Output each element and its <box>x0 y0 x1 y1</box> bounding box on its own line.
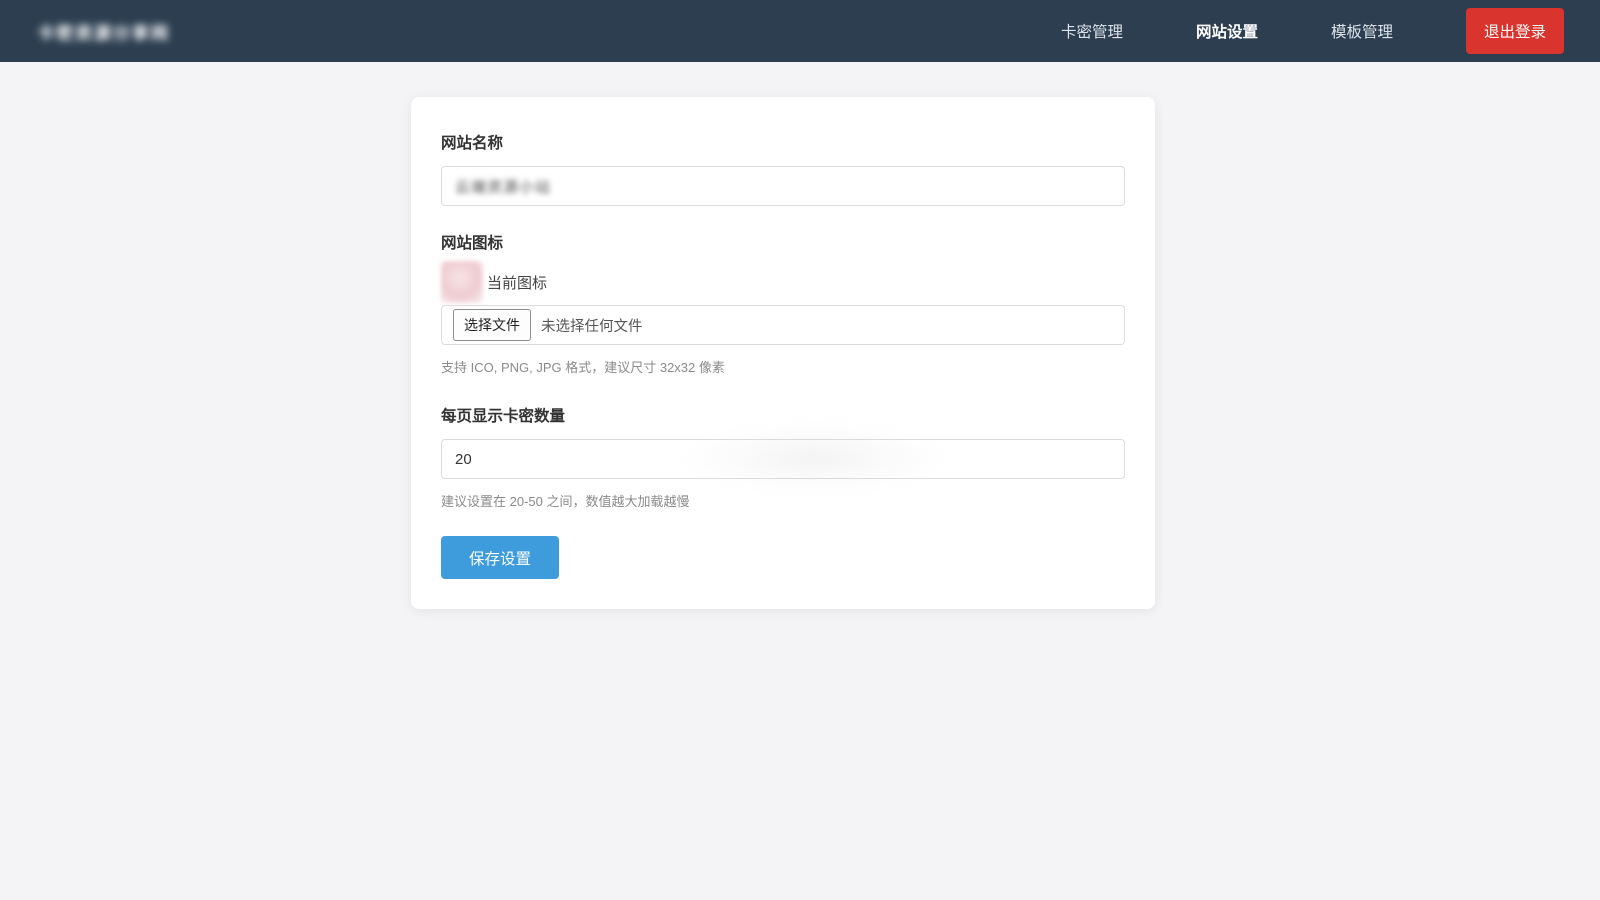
favicon-helper-text: 支持 ICO, PNG, JPG 格式，建议尺寸 32x32 像素 <box>441 357 1125 376</box>
site-name-label: 网站名称 <box>441 131 1125 153</box>
site-logo-blurred: 卡密资源分享网 <box>37 19 170 44</box>
nav-item-site-settings[interactable]: 网站设置 <box>1196 20 1258 42</box>
nav-item-template-management[interactable]: 模板管理 <box>1331 20 1393 42</box>
per-page-label: 每页显示卡密数量 <box>441 404 1125 426</box>
site-name-input[interactable]: 云端资源小站 <box>441 166 1125 206</box>
per-page-input[interactable] <box>441 439 1125 479</box>
nav-item-card-management[interactable]: 卡密管理 <box>1061 20 1123 42</box>
save-settings-button[interactable]: 保存设置 <box>441 536 559 579</box>
site-name-value-blurred: 云端资源小站 <box>455 176 551 197</box>
navbar-menu: 卡密管理 网站设置 模板管理 退出登录 <box>1061 8 1564 54</box>
current-favicon-preview <box>441 261 483 303</box>
top-navbar: 卡密资源分享网 卡密管理 网站设置 模板管理 退出登录 <box>0 0 1600 62</box>
choose-file-button[interactable]: 选择文件 <box>453 309 531 341</box>
site-name-section: 网站名称 云端资源小站 <box>441 131 1125 206</box>
per-page-helper-text: 建议设置在 20-50 之间，数值越大加载越慢 <box>441 491 1125 510</box>
logout-button[interactable]: 退出登录 <box>1466 8 1564 54</box>
no-file-selected-text: 未选择任何文件 <box>541 315 643 336</box>
current-icon-row: 当前图标 <box>441 261 1125 303</box>
site-icon-label: 网站图标 <box>441 231 1125 253</box>
per-page-section: 每页显示卡密数量 建议设置在 20-50 之间，数值越大加载越慢 保存设置 <box>441 404 1125 579</box>
favicon-file-input[interactable]: 选择文件 未选择任何文件 <box>441 305 1125 345</box>
settings-card: 网站名称 云端资源小站 网站图标 当前图标 选择文件 未选择任何文件 支持 IC… <box>411 97 1155 609</box>
site-icon-section: 网站图标 当前图标 选择文件 未选择任何文件 支持 ICO, PNG, JPG … <box>441 231 1125 376</box>
current-icon-caption: 当前图标 <box>487 272 547 293</box>
main-content: 网站名称 云端资源小站 网站图标 当前图标 选择文件 未选择任何文件 支持 IC… <box>0 97 1600 609</box>
